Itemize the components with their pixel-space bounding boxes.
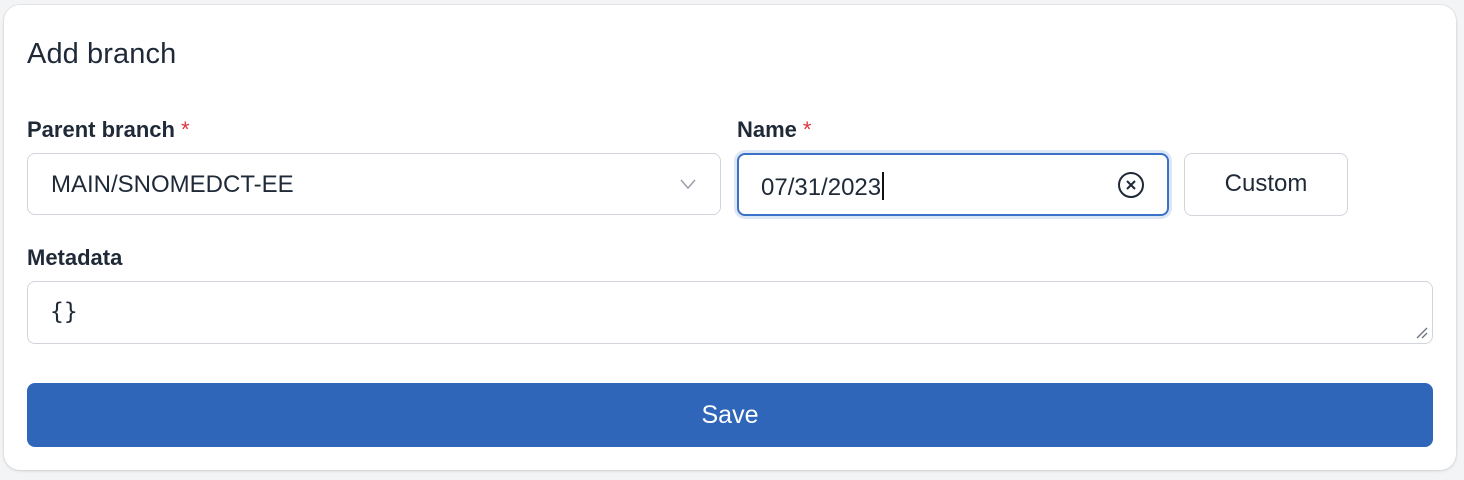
name-label: Name * xyxy=(737,117,811,143)
parent-branch-select[interactable]: MAIN/SNOMEDCT-EE xyxy=(27,153,721,215)
parent-branch-label-text: Parent branch xyxy=(27,117,175,142)
parent-branch-label: Parent branch * xyxy=(27,117,190,143)
metadata-value: {} xyxy=(50,299,78,325)
save-button[interactable]: Save xyxy=(27,383,1433,447)
name-input[interactable]: 07/31/2023 xyxy=(737,153,1169,216)
add-branch-card: Add branch Parent branch * MAIN/SNOMEDCT-… xyxy=(4,5,1456,470)
metadata-textarea[interactable]: {} xyxy=(27,281,1433,344)
required-mark: * xyxy=(180,117,190,142)
chevron-down-icon xyxy=(680,179,696,190)
required-mark: * xyxy=(802,117,812,142)
metadata-label-text: Metadata xyxy=(27,245,123,270)
name-input-text: 07/31/2023 xyxy=(761,174,882,201)
name-label-text: Name xyxy=(737,117,797,142)
parent-branch-value: MAIN/SNOMEDCT-EE xyxy=(51,171,294,198)
resize-handle-icon[interactable] xyxy=(1414,325,1428,339)
custom-button[interactable]: Custom xyxy=(1184,153,1348,216)
text-caret xyxy=(882,172,885,200)
name-input-value: 07/31/2023 xyxy=(761,172,885,202)
card-title: Add branch xyxy=(27,38,177,70)
metadata-label: Metadata xyxy=(27,245,122,271)
clear-circle-icon[interactable] xyxy=(1117,171,1145,199)
